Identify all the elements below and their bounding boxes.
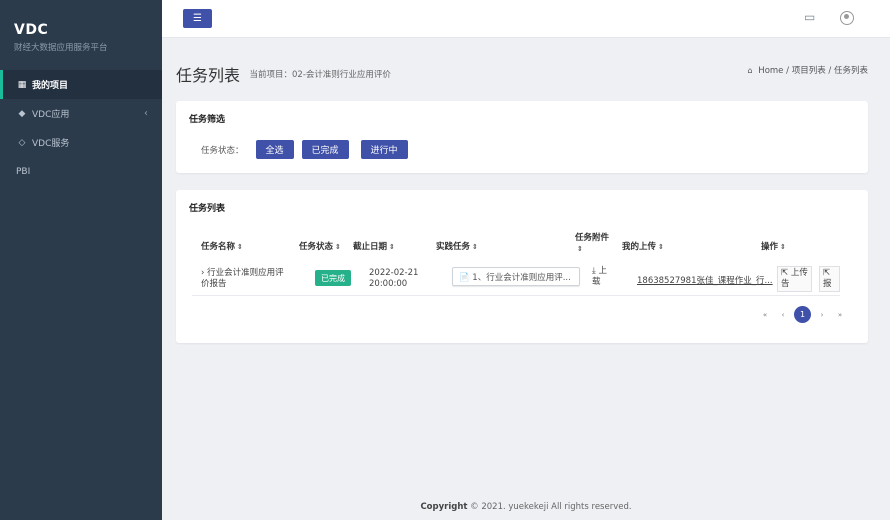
filter-all-button[interactable]: 全选 xyxy=(255,140,294,159)
cube-icon: ◆ xyxy=(18,108,26,119)
breadcrumb-projects[interactable]: 项目列表 xyxy=(792,66,826,76)
brand-subtitle: 财经大数据应用服务平台 xyxy=(14,43,108,53)
filter-panel: 任务筛选 任务状态： 全选 已完成 进行中 xyxy=(176,101,868,173)
report-action-button[interactable]: ⇱ 报 xyxy=(819,266,840,292)
deadline: 2022-02-21 20:00:00 xyxy=(369,268,419,289)
sidebar-item-vdc-services[interactable]: ◇ VDC服务 xyxy=(0,128,162,157)
sidebar-item-label: PBI xyxy=(16,166,31,177)
task-list-panel: 任务列表 任务名称 ⇕ 任务状态 ⇕ 截止日期 ⇕ 实践任务 ⇕ 任务附件 ⇕ 我的上传 ⇕… xyxy=(176,190,868,343)
footer-copyright-label: Copyright xyxy=(420,502,468,512)
column-header-deadline[interactable]: 截止日期 ⇕ xyxy=(353,240,395,252)
sidebar-item-label: 我的项目 xyxy=(32,81,69,91)
breadcrumb-current: 任务列表 xyxy=(833,66,868,76)
my-upload-link[interactable]: 18638527981张佳_课程作业_行... xyxy=(637,274,773,286)
home-icon: ⌂ xyxy=(747,66,753,75)
sidebar-item-label: VDC服务 xyxy=(32,139,70,149)
monitor-icon[interactable]: ▭ xyxy=(804,10,815,24)
column-header-attachment[interactable]: 任务附件 ⇕ xyxy=(575,233,609,255)
page-title: 任务列表 xyxy=(176,66,241,85)
task-name[interactable]: › 行业会计准则应用评 价报告 xyxy=(201,268,284,290)
column-header-my-upload[interactable]: 我的上传 ⇕ xyxy=(622,240,664,252)
page-subtitle: 当前项目：02-会计准则行业应用评价 xyxy=(249,70,391,80)
practice-task-select[interactable]: 📄 1、行业会计准则应用评... xyxy=(452,267,580,286)
hamburger-icon: ☰ xyxy=(193,13,202,24)
footer-text: © 2021. yuekekeji All rights reserved. xyxy=(470,502,632,512)
sort-icon: ⇕ xyxy=(780,243,786,251)
sort-icon: ⇕ xyxy=(335,243,341,251)
pagination-page-1[interactable]: 1 xyxy=(794,306,811,323)
filter-in-progress-button[interactable]: 进行中 xyxy=(360,140,408,159)
diamond-icon: ◇ xyxy=(18,137,26,148)
menu-toggle-button[interactable]: ☰ xyxy=(183,9,212,28)
sort-icon: ⇕ xyxy=(237,243,243,251)
column-header-actions[interactable]: 操作 ⇕ xyxy=(761,240,786,252)
brand: VDC 财经大数据应用服务平台 xyxy=(0,0,162,70)
filter-row: 任务状态： 全选 已完成 进行中 xyxy=(201,140,416,159)
sort-icon: ⇕ xyxy=(472,243,478,251)
chevron-left-icon: ‹ xyxy=(144,108,148,119)
sidebar-item-pbi[interactable]: PBI xyxy=(0,157,162,186)
task-list-title: 任务列表 xyxy=(189,204,226,214)
sort-icon: ⇕ xyxy=(658,243,664,251)
pagination: « ‹ 1 › » xyxy=(756,306,849,323)
upload-action-button[interactable]: ⇱ 上传 告 xyxy=(777,266,812,292)
sidebar-item-label: VDC应用 xyxy=(32,110,70,120)
sort-icon: ⇕ xyxy=(389,243,395,251)
status-badge: 已完成 xyxy=(315,270,351,286)
sidebar: VDC 财经大数据应用服务平台 ▦ 我的项目 ◆ VDC应用 ‹ ◇ VDC服务… xyxy=(0,0,162,520)
filter-panel-title: 任务筛选 xyxy=(189,115,226,125)
topbar: ☰ ▭ xyxy=(162,0,890,38)
page-header: 任务列表 当前项目：02-会计准则行业应用评价 ⌂ Home / 项目列表 / … xyxy=(176,62,868,86)
filter-label: 任务状态： xyxy=(201,145,244,156)
column-header-practice[interactable]: 实践任务 ⇕ xyxy=(436,240,478,252)
pagination-last[interactable]: » xyxy=(833,308,847,322)
sidebar-item-vdc-apps[interactable]: ◆ VDC应用 ‹ xyxy=(0,99,162,128)
table-header: 任务名称 ⇕ 任务状态 ⇕ 截止日期 ⇕ 实践任务 ⇕ 任务附件 ⇕ 我的上传 ⇕ 操作 ⇕ xyxy=(176,233,868,258)
sidebar-item-my-projects[interactable]: ▦ 我的项目 xyxy=(0,70,162,99)
sort-icon: ⇕ xyxy=(577,245,583,253)
grid-icon: ▦ xyxy=(17,79,27,90)
breadcrumb-separator: / xyxy=(828,66,832,76)
attachment-download[interactable]: ⤓ 上 载 xyxy=(592,266,607,288)
breadcrumb-home[interactable]: Home xyxy=(758,66,783,76)
column-header-name[interactable]: 任务名称 ⇕ xyxy=(201,240,243,252)
table-row: › 行业会计准则应用评 价报告 已完成 2022-02-21 20:00:00 … xyxy=(192,264,840,296)
breadcrumb-separator: / xyxy=(786,66,789,76)
user-icon[interactable] xyxy=(840,11,854,25)
breadcrumb: ⌂ Home / 项目列表 / 任务列表 xyxy=(748,64,868,76)
brand-title: VDC xyxy=(14,22,49,38)
filter-completed-button[interactable]: 已完成 xyxy=(301,140,349,159)
footer: Copyright © 2021. yuekekeji All rights r… xyxy=(162,502,890,512)
pagination-next[interactable]: › xyxy=(815,308,829,322)
pagination-first[interactable]: « xyxy=(758,308,772,322)
column-header-status[interactable]: 任务状态 ⇕ xyxy=(299,240,341,252)
pagination-prev[interactable]: ‹ xyxy=(776,308,790,322)
